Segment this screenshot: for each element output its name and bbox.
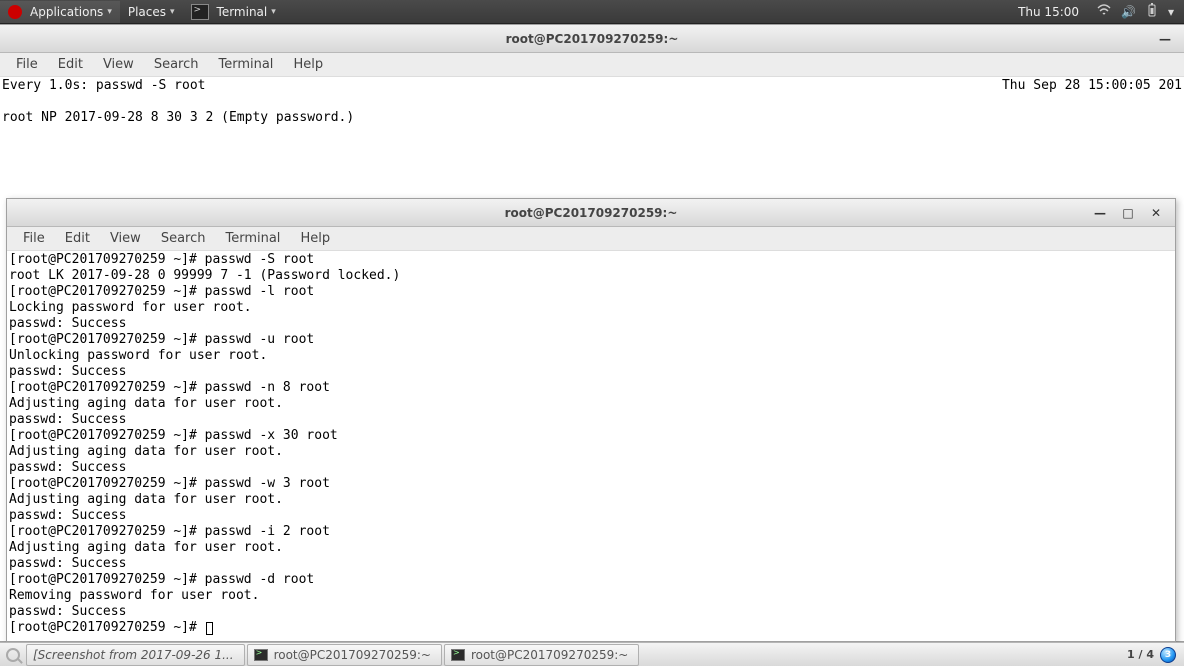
menu-search[interactable]: Search [151,228,216,249]
bottom-panel: [Screenshot from 2017-09-26 1... root@PC… [0,642,1184,666]
active-app-menu[interactable]: Terminal ▾ [183,0,284,24]
terminal-icon [451,649,465,661]
menu-file[interactable]: File [6,54,48,75]
titlebar-back[interactable]: root@PC201709270259:~ — [0,25,1184,53]
taskbar-item-terminal-2[interactable]: root@PC201709270259:~ [444,644,639,666]
title-text: root@PC201709270259:~ [506,32,679,46]
watch-timestamp: Thu Sep 28 15:00:05 201 [1002,78,1182,94]
taskbar-item-screenshot[interactable]: [Screenshot from 2017-09-26 1... [26,644,245,666]
notification-badge[interactable]: 3 [1160,647,1176,663]
magnifier-icon [6,648,20,662]
menu-terminal[interactable]: Terminal [208,54,283,75]
clock[interactable]: Thu 15:00 [1010,1,1087,23]
title-text: root@PC201709270259:~ [505,206,678,220]
chevron-down-icon: ▾ [107,7,112,17]
cursor [206,622,213,635]
task-label: [Screenshot from 2017-09-26 1... [33,648,234,662]
minimize-button[interactable]: — [1158,32,1172,46]
menu-view[interactable]: View [100,228,151,249]
menu-view[interactable]: View [93,54,144,75]
watch-header: Every 1.0s: passwd -S root [2,78,206,93]
workspace-indicator[interactable]: 1 / 4 [1127,648,1154,661]
top-panel: Applications ▾ Places ▾ Terminal ▾ Thu 1… [0,0,1184,24]
terminal-icon [254,649,268,661]
chevron-down-icon: ▾ [170,7,175,17]
network-icon[interactable] [1097,4,1111,19]
watch-status-line: root NP 2017-09-28 8 30 3 2 (Empty passw… [2,110,354,125]
menu-help[interactable]: Help [290,228,340,249]
taskbar-item-terminal-1[interactable]: root@PC201709270259:~ [247,644,442,666]
task-label: root@PC201709270259:~ [471,648,628,662]
titlebar-front[interactable]: root@PC201709270259:~ — □ ✕ [7,199,1175,227]
volume-icon[interactable]: 🔊 [1121,5,1136,19]
menu-help[interactable]: Help [283,54,333,75]
chevron-down-icon: ▾ [271,7,276,17]
close-button[interactable]: ✕ [1149,206,1163,220]
user-menu-icon[interactable]: ▾ [1168,5,1174,19]
clock-text: Thu 15:00 [1018,5,1079,19]
menu-search[interactable]: Search [144,54,209,75]
active-app-label: Terminal [217,5,268,19]
applications-label: Applications [30,5,103,19]
terminal-window-main: root@PC201709270259:~ — □ ✕ File Edit Vi… [6,198,1176,642]
applications-menu[interactable]: Applications ▾ [0,1,120,23]
battery-icon[interactable] [1146,3,1158,20]
menubar-front: File Edit View Search Terminal Help [7,227,1175,251]
places-label: Places [128,5,166,19]
maximize-button[interactable]: □ [1121,206,1135,220]
task-label: root@PC201709270259:~ [274,648,431,662]
menu-edit[interactable]: Edit [48,54,93,75]
menu-terminal[interactable]: Terminal [215,228,290,249]
places-menu[interactable]: Places ▾ [120,1,183,23]
show-desktop-button[interactable] [2,644,24,666]
distro-logo-icon [8,5,22,19]
terminal-icon [191,4,209,20]
menu-file[interactable]: File [13,228,55,249]
menubar-back: File Edit View Search Terminal Help [0,53,1184,77]
minimize-button[interactable]: — [1093,206,1107,220]
terminal-output-front[interactable]: [root@PC201709270259 ~]# passwd -S root … [7,251,1175,641]
menu-edit[interactable]: Edit [55,228,100,249]
